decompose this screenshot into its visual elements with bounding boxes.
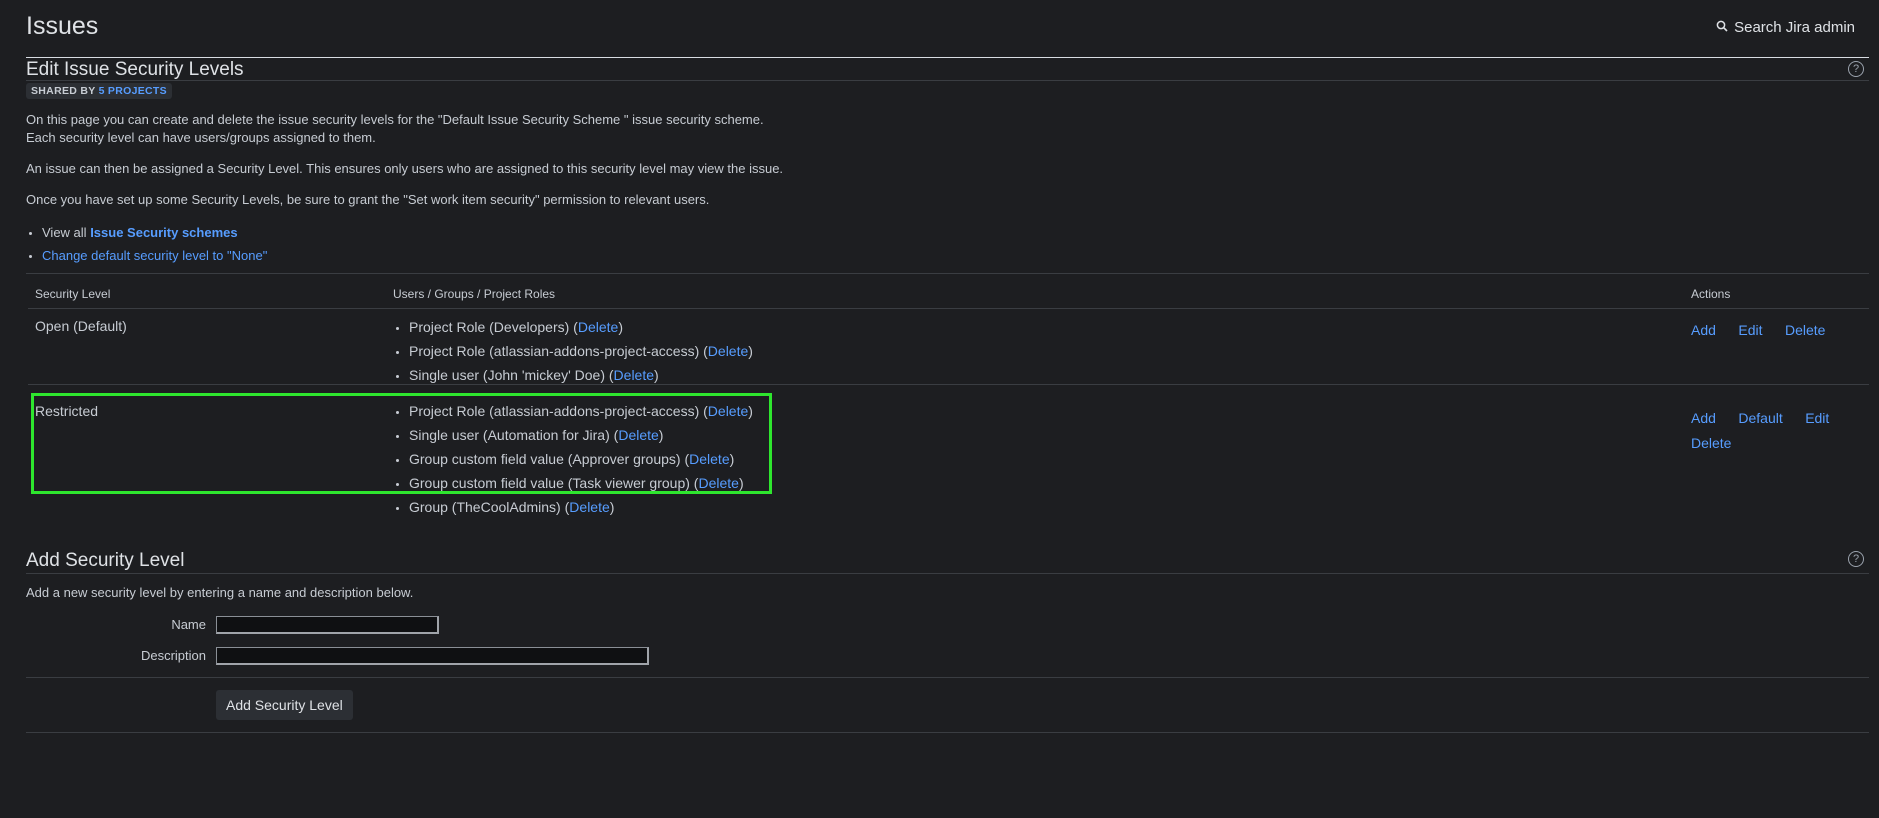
delete-member-link[interactable]: Delete bbox=[569, 499, 609, 515]
search-icon bbox=[1716, 19, 1728, 36]
scheme-links-list: View all Issue Security schemes Change d… bbox=[26, 221, 267, 267]
help-icon[interactable]: ? bbox=[1848, 61, 1864, 77]
member-text: Project Role (atlassian-addons-project-a… bbox=[409, 403, 700, 419]
edit-action-link[interactable]: Edit bbox=[1805, 410, 1829, 426]
edit-section-title: Edit Issue Security Levels bbox=[26, 59, 244, 80]
form-bottom-divider bbox=[26, 732, 1869, 733]
delete-member-link[interactable]: Delete bbox=[618, 427, 658, 443]
column-header-actions: Actions bbox=[1691, 287, 1731, 301]
section-divider bbox=[26, 80, 1869, 81]
intro-paragraph: On this page you can create and delete t… bbox=[26, 111, 764, 147]
edit-action-link[interactable]: Edit bbox=[1738, 322, 1762, 338]
form-divider bbox=[26, 677, 1869, 678]
search-jira-admin-link[interactable]: Search Jira admin bbox=[1716, 19, 1855, 36]
permission-paragraph: Once you have set up some Security Level… bbox=[26, 192, 710, 207]
member-text: Project Role (Developers) bbox=[409, 319, 570, 335]
member-text: Group custom field value (Approver group… bbox=[409, 451, 681, 467]
add-action-link[interactable]: Add bbox=[1691, 322, 1716, 338]
security-level-name: Open (Default) bbox=[35, 318, 127, 334]
header-divider bbox=[26, 57, 1869, 58]
list-item: Single user (Automation for Jira) (Delet… bbox=[409, 423, 753, 447]
column-header-security-level: Security Level bbox=[35, 287, 111, 301]
delete-member-link[interactable]: Delete bbox=[578, 319, 618, 335]
delete-member-link[interactable]: Delete bbox=[708, 343, 748, 359]
delete-action-link[interactable]: Delete bbox=[1691, 435, 1731, 451]
column-header-members: Users / Groups / Project Roles bbox=[393, 287, 556, 301]
add-section-description: Add a new security level by entering a n… bbox=[26, 585, 414, 600]
row-actions: Add Default Edit Delete bbox=[1691, 406, 1851, 456]
add-action-link[interactable]: Add bbox=[1691, 410, 1716, 426]
list-item: Group (TheCoolAdmins) (Delete) bbox=[409, 495, 753, 519]
search-admin-label: Search Jira admin bbox=[1734, 19, 1855, 36]
row-actions: Add Edit Delete bbox=[1691, 322, 1843, 340]
delete-member-link[interactable]: Delete bbox=[689, 451, 729, 467]
issue-security-schemes-link[interactable]: Issue Security schemes bbox=[90, 225, 237, 240]
list-item: Project Role (atlassian-addons-project-a… bbox=[409, 399, 753, 423]
shared-projects-link[interactable]: 5 PROJECTS bbox=[99, 85, 167, 97]
add-section-title: Add Security Level bbox=[26, 550, 185, 571]
members-list: Project Role (Developers) (Delete) Proje… bbox=[393, 315, 753, 387]
member-text: Group (TheCoolAdmins) bbox=[409, 499, 561, 515]
list-item: Group custom field value (Task viewer gr… bbox=[409, 471, 753, 495]
shared-by-badge: SHARED BY 5 PROJECTS bbox=[26, 83, 172, 99]
list-item: Project Role (Developers) (Delete) bbox=[409, 315, 753, 339]
shared-by-prefix: SHARED BY bbox=[31, 85, 96, 97]
view-all-prefix: View all bbox=[42, 225, 87, 240]
intro-line-2: Each security level can have users/group… bbox=[26, 130, 376, 145]
table-header: Security Level Users / Groups / Project … bbox=[28, 282, 1869, 309]
member-text: Group custom field value (Task viewer gr… bbox=[409, 475, 690, 491]
default-action-link[interactable]: Default bbox=[1738, 410, 1782, 426]
page-title: Issues bbox=[26, 12, 99, 40]
delete-member-link[interactable]: Delete bbox=[708, 403, 748, 419]
description-input[interactable] bbox=[216, 647, 649, 665]
security-level-name: Restricted bbox=[35, 403, 99, 419]
delete-action-link[interactable]: Delete bbox=[1785, 322, 1825, 338]
members-list: Project Role (atlassian-addons-project-a… bbox=[393, 399, 753, 519]
list-item: Project Role (atlassian-addons-project-a… bbox=[409, 339, 753, 363]
intro-line-1: On this page you can create and delete t… bbox=[26, 112, 764, 127]
delete-member-link[interactable]: Delete bbox=[614, 367, 654, 383]
name-label: Name bbox=[171, 617, 206, 632]
name-input[interactable] bbox=[216, 616, 439, 634]
list-item: Change default security level to "None" bbox=[42, 244, 267, 267]
add-security-level-button[interactable]: Add Security Level bbox=[216, 690, 353, 720]
description-label: Description bbox=[140, 648, 206, 663]
member-text: Single user (Automation for Jira) bbox=[409, 427, 610, 443]
member-text: Single user (John 'mickey' Doe) bbox=[409, 367, 605, 383]
list-item: Group custom field value (Approver group… bbox=[409, 447, 753, 471]
list-item: View all Issue Security schemes bbox=[42, 221, 267, 244]
security-level-paragraph: An issue can then be assigned a Security… bbox=[26, 161, 784, 176]
delete-member-link[interactable]: Delete bbox=[698, 475, 738, 491]
help-icon[interactable]: ? bbox=[1848, 551, 1864, 567]
change-default-level-link[interactable]: Change default security level to "None" bbox=[42, 248, 267, 263]
member-text: Project Role (atlassian-addons-project-a… bbox=[409, 343, 700, 359]
row-divider bbox=[28, 384, 1869, 385]
table-top-divider bbox=[26, 273, 1869, 274]
section-divider bbox=[26, 573, 1869, 574]
